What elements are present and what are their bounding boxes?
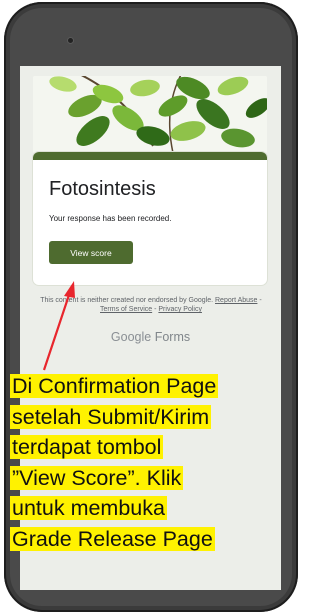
annotation-line: setelah Submit/Kirim <box>10 404 212 429</box>
separator: - <box>154 306 157 313</box>
disclaimer-text: This content is neither created nor endo… <box>40 297 214 304</box>
leaves-illustration <box>33 76 267 153</box>
report-abuse-link[interactable]: Report Abuse <box>215 297 257 304</box>
header-image-leaves <box>33 76 267 153</box>
annotation-line: Grade Release Page <box>10 526 215 551</box>
annotation-line: Di Confirmation Page <box>10 374 219 398</box>
annotation-note: Di Confirmation Page setelah Submit/Kiri… <box>10 371 272 554</box>
confirmation-card: Fotosintesis Your response has been reco… <box>33 152 267 285</box>
google-forms-logo[interactable]: Google Forms <box>20 330 281 344</box>
view-score-button[interactable]: View score <box>49 241 133 264</box>
annotation-line: ”View Score”. Klik <box>10 465 184 490</box>
footer-disclaimer: This content is neither created nor endo… <box>34 296 268 314</box>
separator: - <box>259 297 262 304</box>
terms-link[interactable]: Terms of Service <box>100 306 152 313</box>
annotation-line: terdapat tombol <box>10 435 164 459</box>
annotation-line: untuk membuka <box>10 496 167 520</box>
google-wordmark: Google <box>110 330 152 344</box>
theme-color-bar <box>33 152 267 160</box>
privacy-link[interactable]: Privacy Policy <box>158 306 202 313</box>
form-title: Fotosintesis <box>49 178 156 200</box>
forms-wordmark: Forms <box>154 330 191 344</box>
confirmation-message: Your response has been recorded. <box>49 214 172 223</box>
front-camera <box>68 38 73 43</box>
